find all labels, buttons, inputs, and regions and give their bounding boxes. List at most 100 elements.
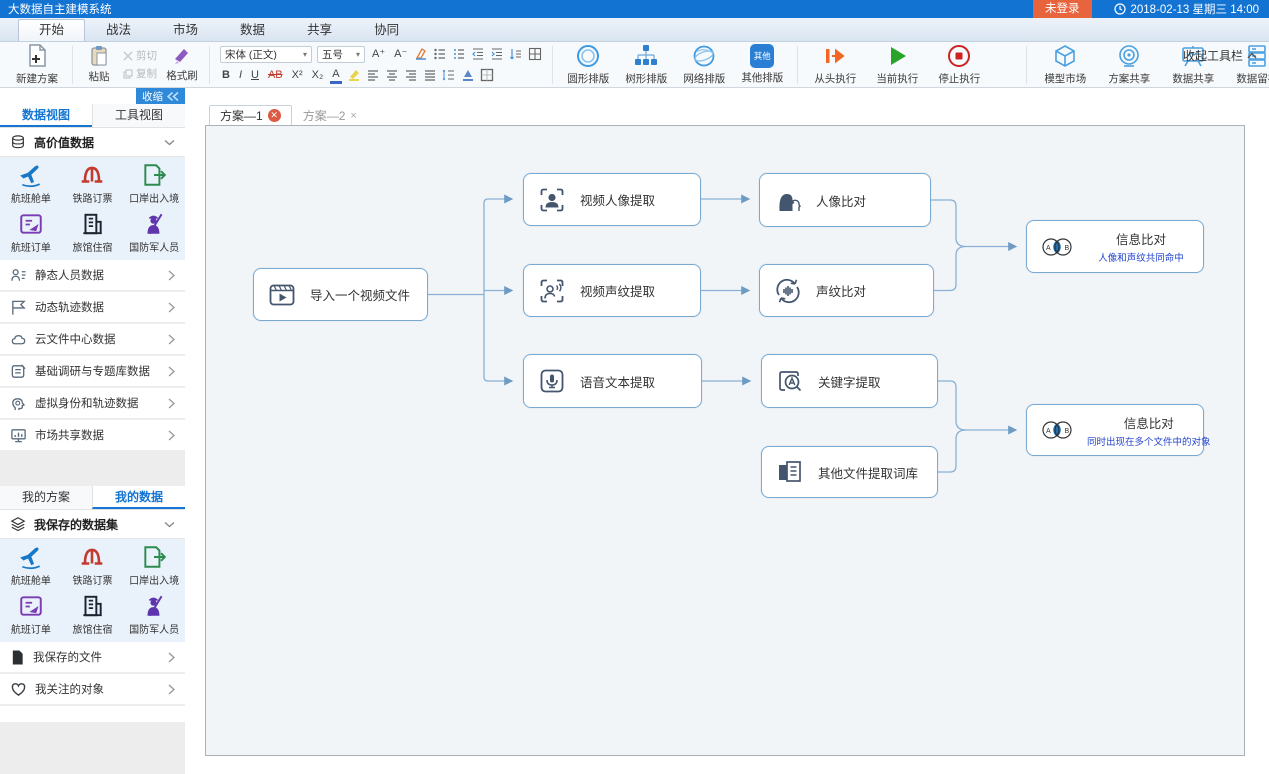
bold-button[interactable]: B	[220, 68, 232, 82]
category-dynamic-track[interactable]: 动态轨迹数据	[0, 292, 185, 324]
dataset-flight-manifest[interactable]: 航班舱单	[0, 162, 62, 205]
plan-tab-2[interactable]: 方案—2 ×	[292, 105, 368, 125]
shading-icon[interactable]	[461, 68, 475, 82]
category-static-person[interactable]: 静态人员数据	[0, 260, 185, 292]
menu-tab-data[interactable]: 数据	[219, 19, 286, 41]
font-color-button[interactable]: A	[330, 67, 341, 84]
line-spacing-icon[interactable]	[442, 68, 456, 82]
my-saved-files[interactable]: 我保存的文件	[0, 642, 185, 674]
faces-compare-icon	[773, 185, 803, 215]
plan-tab-1[interactable]: 方案—1 ✕	[209, 105, 292, 125]
paste-button[interactable]: 粘贴	[79, 43, 119, 86]
circle-layout-button[interactable]: 圆形排版	[559, 41, 617, 88]
dataset-railway-ticket[interactable]: 铁路订票	[62, 162, 124, 205]
dataset-hotel-stay[interactable]: 旅馆住宿	[62, 211, 124, 254]
dataset-flight-manifest[interactable]: 航班舱单	[0, 544, 62, 587]
font-size-select[interactable]: 五号▾	[317, 46, 365, 63]
bullet-list-icon[interactable]	[433, 47, 447, 61]
superscript-button[interactable]: X²	[290, 68, 305, 82]
menu-tab-collab[interactable]: 协同	[353, 19, 420, 41]
venn-icon: A B	[1040, 234, 1074, 260]
increase-indent-icon[interactable]	[490, 47, 504, 61]
menu-tab-tactics[interactable]: 战法	[85, 19, 152, 41]
shrink-font-button[interactable]: A⁻	[392, 47, 409, 61]
dataset-flight-order[interactable]: 航班订单	[0, 211, 62, 254]
plan-share-button[interactable]: 方案共享	[1097, 41, 1161, 88]
dataset-label: 航班订单	[11, 239, 51, 254]
node-speech-text[interactable]: 语音文本提取	[523, 354, 702, 408]
new-plan-button[interactable]: 新建方案	[8, 41, 66, 88]
category-market-share-data[interactable]: 市场共享数据	[0, 420, 185, 452]
dataset-hotel-stay[interactable]: 旅馆住宿	[62, 593, 124, 636]
network-layout-button[interactable]: 网络排版	[675, 41, 733, 88]
node-label: 导入一个视频文件	[310, 285, 410, 304]
node-voice-compare[interactable]: 声纹比对	[759, 264, 934, 317]
clear-format-icon[interactable]	[414, 47, 428, 61]
dataset-border-entry[interactable]: 口岸出入境	[123, 162, 185, 205]
borders-icon[interactable]	[480, 68, 494, 82]
other-layout-button[interactable]: 其他 其他排版	[733, 42, 791, 87]
category-cloud-files[interactable]: 云文件中心数据	[0, 324, 185, 356]
cut-button[interactable]: 剪切	[123, 48, 157, 63]
numbered-list-icon[interactable]	[452, 47, 466, 61]
node-voice-extract[interactable]: 视频声纹提取	[523, 264, 701, 317]
grow-font-button[interactable]: A⁺	[370, 47, 387, 61]
tab-data-view[interactable]: 数据视图	[0, 104, 92, 127]
close-icon[interactable]: ×	[350, 110, 356, 122]
flow-canvas[interactable]: 导入一个视频文件 视频人像提取 人像比对	[205, 125, 1245, 756]
saved-datasets-header[interactable]: 我保存的数据集	[0, 510, 185, 539]
high-value-section-header[interactable]: 高价值数据	[0, 128, 185, 157]
node-import-video[interactable]: 导入一个视频文件	[253, 268, 428, 321]
close-icon[interactable]: ✕	[268, 109, 281, 122]
category-virtual-identity[interactable]: 虚拟身份和轨迹数据	[0, 388, 185, 420]
align-left-icon[interactable]	[366, 68, 380, 82]
align-justify-icon[interactable]	[423, 68, 437, 82]
node-other-files[interactable]: 其他文件提取词库	[761, 446, 938, 498]
dataset-military-personnel[interactable]: 国防军人员	[123, 211, 185, 254]
decrease-indent-icon[interactable]	[471, 47, 485, 61]
underline-button[interactable]: U	[249, 68, 261, 82]
svg-text:B: B	[1065, 245, 1070, 252]
network-layout-icon	[691, 43, 717, 69]
stop-run-button[interactable]: 停止执行	[928, 41, 990, 88]
node-keyword-extract[interactable]: 关键字提取	[761, 354, 938, 408]
tab-my-data[interactable]: 我的数据	[92, 486, 185, 509]
data-share-label: 数据共享	[1172, 71, 1214, 86]
menu-tab-market[interactable]: 市场	[152, 19, 219, 41]
node-label: 信息比对	[1124, 413, 1174, 432]
dataset-military-personnel[interactable]: 国防军人员	[123, 593, 185, 636]
node-face-compare[interactable]: 人像比对	[759, 173, 931, 227]
subscript-button[interactable]: X₂	[310, 68, 326, 82]
category-survey-library[interactable]: 基础调研与专题库数据	[0, 356, 185, 388]
tree-layout-button[interactable]: 树形排版	[617, 41, 675, 88]
italic-button[interactable]: I	[237, 68, 244, 82]
table-icon[interactable]	[528, 47, 542, 61]
format-painter-button[interactable]: 格式刷	[161, 44, 203, 85]
sidebar-collapse-button[interactable]: 收缩	[136, 88, 185, 104]
node-face-extract[interactable]: 视频人像提取	[523, 173, 701, 226]
node-info-compare-1[interactable]: A B 信息比对 人像和声纹共同命中	[1026, 220, 1204, 273]
dataset-label: 国防军人员	[129, 239, 179, 254]
model-market-button[interactable]: 模型市场	[1033, 41, 1097, 88]
dataset-railway-ticket[interactable]: 铁路订票	[62, 544, 124, 587]
collapse-toolbar-button[interactable]: 收起工具栏	[1183, 47, 1257, 64]
dataset-flight-order[interactable]: 航班订单	[0, 593, 62, 636]
align-center-icon[interactable]	[385, 68, 399, 82]
font-name-select[interactable]: 宋体 (正文)▾	[220, 46, 312, 63]
highlight-icon[interactable]	[347, 68, 361, 82]
node-sublabel: 同时出现在多个文件中的对象	[1087, 434, 1211, 448]
menu-tab-share[interactable]: 共享	[286, 19, 353, 41]
tab-tool-view[interactable]: 工具视图	[92, 104, 185, 127]
menu-tab-start[interactable]: 开始	[18, 19, 85, 41]
tab-my-plans[interactable]: 我的方案	[0, 486, 92, 509]
sort-icon[interactable]	[509, 47, 523, 61]
login-status-badge[interactable]: 未登录	[1033, 0, 1092, 18]
run-current-button[interactable]: 当前执行	[866, 41, 928, 88]
strikethrough-button[interactable]: AB	[266, 68, 285, 82]
dataset-border-entry[interactable]: 口岸出入境	[123, 544, 185, 587]
align-right-icon[interactable]	[404, 68, 418, 82]
my-followed-objects[interactable]: 我关注的对象	[0, 674, 185, 706]
copy-button[interactable]: 复制	[123, 66, 157, 81]
node-info-compare-2[interactable]: A B 信息比对 同时出现在多个文件中的对象	[1026, 404, 1204, 456]
run-from-start-button[interactable]: 从头执行	[804, 41, 866, 88]
